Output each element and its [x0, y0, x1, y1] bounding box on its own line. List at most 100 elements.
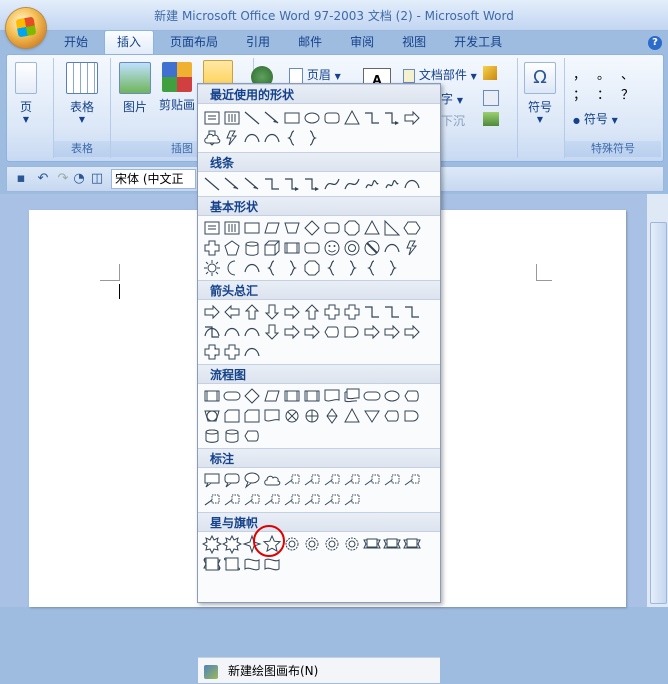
- office-button[interactable]: [6, 8, 46, 48]
- bracer-shape-icon[interactable]: [342, 258, 362, 278]
- textbox-shape-icon[interactable]: [202, 218, 222, 238]
- arc-shape-icon[interactable]: [242, 258, 262, 278]
- fmerge-shape-icon[interactable]: [362, 406, 382, 426]
- hexa-shape-icon[interactable]: [402, 218, 422, 238]
- lcallout-shape-icon[interactable]: [342, 470, 362, 490]
- new-drawing-canvas-item[interactable]: 新建绘图画布(N): [198, 657, 440, 683]
- rarrow-shape-icon[interactable]: [282, 322, 302, 342]
- fdisplay-shape-icon[interactable]: [382, 406, 402, 426]
- elbow-shape-icon[interactable]: [382, 302, 402, 322]
- arc-shape-icon[interactable]: [202, 322, 222, 342]
- lcallout-shape-icon[interactable]: [322, 490, 342, 510]
- rrect-shape-icon[interactable]: [322, 108, 342, 128]
- smiley-shape-icon[interactable]: [322, 238, 342, 258]
- para-shape-icon[interactable]: [262, 218, 282, 238]
- fdelay-shape-icon[interactable]: [402, 406, 422, 426]
- rarrow-shape-icon[interactable]: [302, 322, 322, 342]
- darrow-shape-icon[interactable]: [262, 322, 282, 342]
- rrect-shape-icon[interactable]: [322, 218, 342, 238]
- fterm-shape-icon[interactable]: [362, 386, 382, 406]
- noSymbol-shape-icon[interactable]: [362, 238, 382, 258]
- banner-shape-icon[interactable]: [362, 534, 382, 554]
- fterm-shape-icon[interactable]: [222, 386, 242, 406]
- for-shape-icon[interactable]: [302, 406, 322, 426]
- docparts-button[interactable]: 文档部件 ▼: [403, 66, 477, 83]
- diamond-shape-icon[interactable]: [302, 218, 322, 238]
- brace-shape-icon[interactable]: [262, 258, 282, 278]
- arrowline-shape-icon[interactable]: [242, 174, 262, 194]
- brace-shape-icon[interactable]: [322, 258, 342, 278]
- fdoc-shape-icon[interactable]: [262, 406, 282, 426]
- scribble-shape-icon[interactable]: [362, 174, 382, 194]
- tri-shape-icon[interactable]: [362, 218, 382, 238]
- fprocess-shape-icon[interactable]: [302, 386, 322, 406]
- lcallout-shape-icon[interactable]: [402, 470, 422, 490]
- tab-page-layout[interactable]: 页面布局: [158, 31, 230, 53]
- picture-button[interactable]: 图片: [119, 62, 151, 115]
- symbol-semicolon[interactable]: ；: [573, 86, 597, 106]
- rarrow-shape-icon[interactable]: [202, 302, 222, 322]
- fdisplay-shape-icon[interactable]: [322, 322, 342, 342]
- darrow-shape-icon[interactable]: [262, 302, 282, 322]
- clipart-button[interactable]: 剪贴画: [159, 62, 195, 113]
- symbol-period[interactable]: 。: [597, 66, 621, 86]
- wordart-button[interactable]: 字 ▼: [441, 90, 463, 107]
- cloud-shape-icon[interactable]: [262, 470, 282, 490]
- bracer-shape-icon[interactable]: [302, 128, 322, 148]
- fcard-shape-icon[interactable]: [222, 406, 242, 426]
- trap-shape-icon[interactable]: [282, 218, 302, 238]
- tab-mailings[interactable]: 邮件: [286, 31, 334, 53]
- oval-shape-icon[interactable]: [382, 386, 402, 406]
- penta-shape-icon[interactable]: [222, 238, 242, 258]
- sun-shape-icon[interactable]: [202, 258, 222, 278]
- fdisk-shape-icon[interactable]: [202, 426, 222, 446]
- ocallout-shape-icon[interactable]: [242, 470, 262, 490]
- print-preview-icon[interactable]: ◫: [89, 171, 105, 187]
- lcallout-shape-icon[interactable]: [282, 490, 302, 510]
- fprocess-shape-icon[interactable]: [282, 238, 302, 258]
- cross-shape-icon[interactable]: [202, 238, 222, 258]
- arrowline-shape-icon[interactable]: [262, 108, 282, 128]
- cloud-shape-icon[interactable]: [202, 128, 222, 148]
- callout-shape-icon[interactable]: [202, 470, 222, 490]
- bracer-shape-icon[interactable]: [382, 258, 402, 278]
- tab-review[interactable]: 审阅: [338, 31, 386, 53]
- tri-shape-icon[interactable]: [342, 108, 362, 128]
- arc-shape-icon[interactable]: [242, 342, 262, 362]
- uarrow-shape-icon[interactable]: [302, 302, 322, 322]
- scribble-shape-icon[interactable]: [382, 174, 402, 194]
- elbow-shape-icon[interactable]: [362, 108, 382, 128]
- wave-shape-icon[interactable]: [262, 554, 282, 574]
- bracer-shape-icon[interactable]: [282, 258, 302, 278]
- moon-shape-icon[interactable]: [222, 258, 242, 278]
- elbowarrow-shape-icon[interactable]: [282, 174, 302, 194]
- fprocess-shape-icon[interactable]: [282, 386, 302, 406]
- fcard-shape-icon[interactable]: [242, 406, 262, 426]
- cross-shape-icon[interactable]: [222, 342, 242, 362]
- cross-shape-icon[interactable]: [322, 302, 342, 322]
- fdisk-shape-icon[interactable]: [222, 426, 242, 446]
- rarrow-shape-icon[interactable]: [402, 322, 422, 342]
- tab-developer[interactable]: 开发工具: [442, 31, 514, 53]
- donut-shape-icon[interactable]: [342, 238, 362, 258]
- vertical-scrollbar[interactable]: [646, 194, 668, 607]
- rcallout-shape-icon[interactable]: [222, 470, 242, 490]
- seal-shape-icon[interactable]: [342, 534, 362, 554]
- lcallout-shape-icon[interactable]: [322, 470, 342, 490]
- fdisplay-shape-icon[interactable]: [402, 386, 422, 406]
- tab-references[interactable]: 引用: [234, 31, 282, 53]
- elbowarrow-shape-icon[interactable]: [302, 174, 322, 194]
- fcircle-shape-icon[interactable]: [202, 406, 222, 426]
- vtext-shape-icon[interactable]: [222, 108, 242, 128]
- pages-button[interactable]: 页 ▼: [15, 62, 37, 124]
- lcallout-shape-icon[interactable]: [302, 470, 322, 490]
- scroll-shape-icon[interactable]: [202, 554, 222, 574]
- date-icon[interactable]: [483, 90, 499, 106]
- oval-shape-icon[interactable]: [302, 108, 322, 128]
- rarrow-shape-icon[interactable]: [282, 302, 302, 322]
- rarrow-shape-icon[interactable]: [382, 322, 402, 342]
- rect-shape-icon[interactable]: [282, 108, 302, 128]
- line-shape-icon[interactable]: [242, 108, 262, 128]
- rect-shape-icon[interactable]: [242, 218, 262, 238]
- symbol-button[interactable]: Ω 符号 ▼: [524, 62, 556, 124]
